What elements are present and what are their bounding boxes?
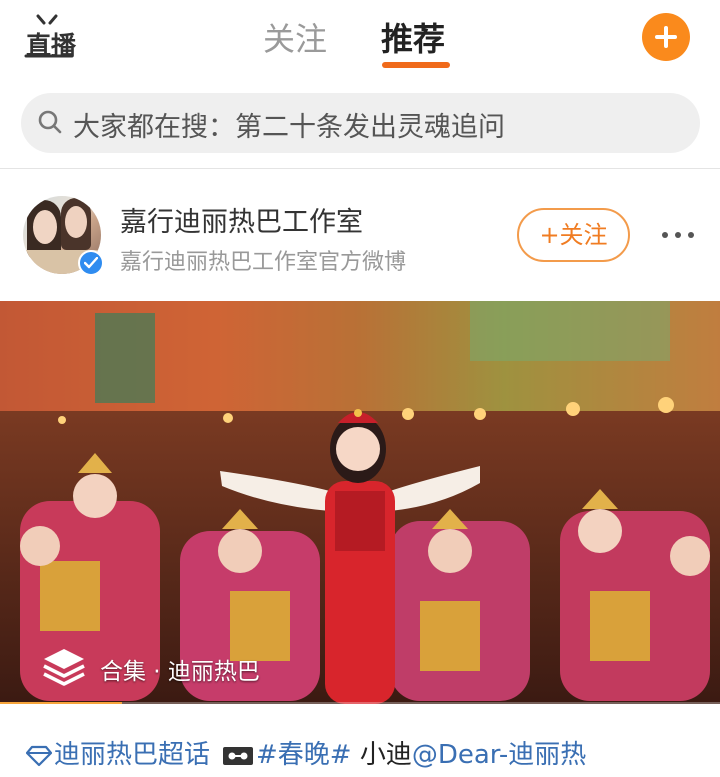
search-suggestion: 大家都在搜：第二十条发出灵魂追问	[73, 112, 505, 143]
search-bar[interactable]: 大家都在搜：第二十条发出灵魂追问	[21, 93, 700, 153]
super-topic-link[interactable]: 迪丽热巴超话	[54, 740, 210, 770]
active-tab-indicator	[382, 62, 450, 68]
hashtag-link[interactable]: #春晚#	[256, 740, 352, 770]
performance-image	[0, 301, 720, 704]
live-label: 直播	[26, 31, 77, 60]
video-progress-fill	[0, 702, 123, 704]
collection-label: 合集 · 迪丽热巴	[100, 659, 260, 685]
divider	[0, 168, 720, 169]
video-progress	[0, 702, 720, 704]
author-name[interactable]: 嘉行迪丽热巴工作室	[120, 200, 363, 239]
live-button[interactable]: 直播	[22, 12, 76, 60]
more-dots-icon[interactable]	[660, 226, 696, 244]
diamond-icon	[26, 745, 52, 766]
author-description: 嘉行迪丽热巴工作室官方微博	[120, 250, 407, 275]
collection-tag[interactable]: 合集 · 迪丽热巴	[40, 645, 260, 689]
compose-button[interactable]	[642, 13, 690, 61]
stack-layers-icon	[43, 649, 85, 686]
tab-recommended[interactable]: 推荐	[381, 14, 445, 60]
tab-follow[interactable]: 关注	[263, 14, 327, 60]
search-icon	[38, 110, 62, 134]
post-text: 迪丽热巴超话 #春晚# 小迪@Dear-迪丽热	[26, 734, 586, 771]
post-video[interactable]	[0, 301, 720, 704]
mention-link[interactable]: @Dear-迪丽热	[412, 740, 586, 770]
video-tape-icon	[223, 746, 254, 765]
top-navigation: 直播 关注 推荐	[0, 0, 720, 84]
post-body-text: 小迪	[351, 740, 412, 770]
verified-icon	[78, 250, 104, 276]
follow-button[interactable]: +关注	[517, 208, 630, 262]
